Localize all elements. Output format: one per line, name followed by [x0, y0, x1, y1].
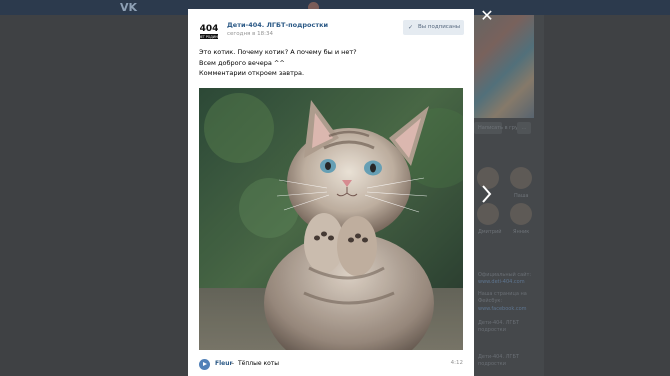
audio-title: Тёплые коты: [238, 360, 279, 367]
info-line: Официальный сайт:: [478, 272, 532, 278]
info-line: Наша страница на: [478, 291, 527, 297]
friend-avatar: [477, 203, 499, 225]
group-cover-photo: [474, 15, 534, 118]
post-text-line: Это котик. Почему котик? А почему бы и н…: [199, 48, 357, 56]
play-icon[interactable]: [199, 359, 210, 370]
group-avatar[interactable]: 404 НЕТ РОДИНГ: [198, 20, 220, 42]
info-link: www.facebook.com: [478, 306, 527, 312]
post-text-line: Комментарии откроем завтра.: [199, 69, 305, 77]
info-line: подростки: [478, 361, 506, 367]
info-line: Дети-404. ЛГБТ: [478, 354, 519, 360]
post-text-line: Всем доброго вечера ^^: [199, 58, 285, 67]
friend-avatar: [510, 203, 532, 225]
close-icon[interactable]: ✕: [479, 8, 495, 24]
post-time[interactable]: сегодня в 18:34: [227, 31, 273, 37]
audio-separator: –: [231, 360, 234, 367]
audio-track[interactable]: Fleur – Тёплые коты 4:12: [199, 359, 463, 370]
check-icon: ✓: [408, 24, 414, 31]
info-link: www.deti-404.com: [478, 279, 525, 285]
vk-logo[interactable]: VK: [120, 1, 137, 14]
info-line: Дети-404. ЛГБТ: [478, 320, 519, 326]
friend-name: Паша: [514, 193, 529, 199]
next-photo-arrow-icon[interactable]: [479, 183, 495, 205]
group-logo-text: 404: [200, 24, 219, 34]
subscribed-button[interactable]: ✓ Вы подписаны: [403, 20, 464, 35]
info-line: подростки: [478, 327, 506, 333]
post-text: Это котик. Почему котик? А почему бы и н…: [199, 47, 461, 79]
friend-name: Янник: [513, 229, 530, 235]
group-name-link[interactable]: Дети-404. ЛГБТ-подростки: [227, 21, 328, 29]
post-modal: 404 НЕТ РОДИНГ Дети-404. ЛГБТ-подростки …: [188, 9, 474, 376]
audio-artist[interactable]: Fleur: [215, 360, 232, 367]
subscribed-label: Вы подписаны: [418, 24, 461, 30]
friend-avatar: [510, 167, 532, 189]
group-logo-subtext: НЕТ РОДИНГ: [198, 35, 219, 39]
post-header: 404 НЕТ РОДИНГ Дети-404. ЛГБТ-подростки …: [198, 20, 464, 42]
audio-duration: 4:12: [450, 360, 463, 366]
info-line: Фейсбук:: [478, 298, 503, 304]
background-more-button: ...: [517, 122, 531, 134]
kitten-photo[interactable]: [199, 88, 463, 350]
friend-name: Дмитрий: [478, 229, 502, 235]
